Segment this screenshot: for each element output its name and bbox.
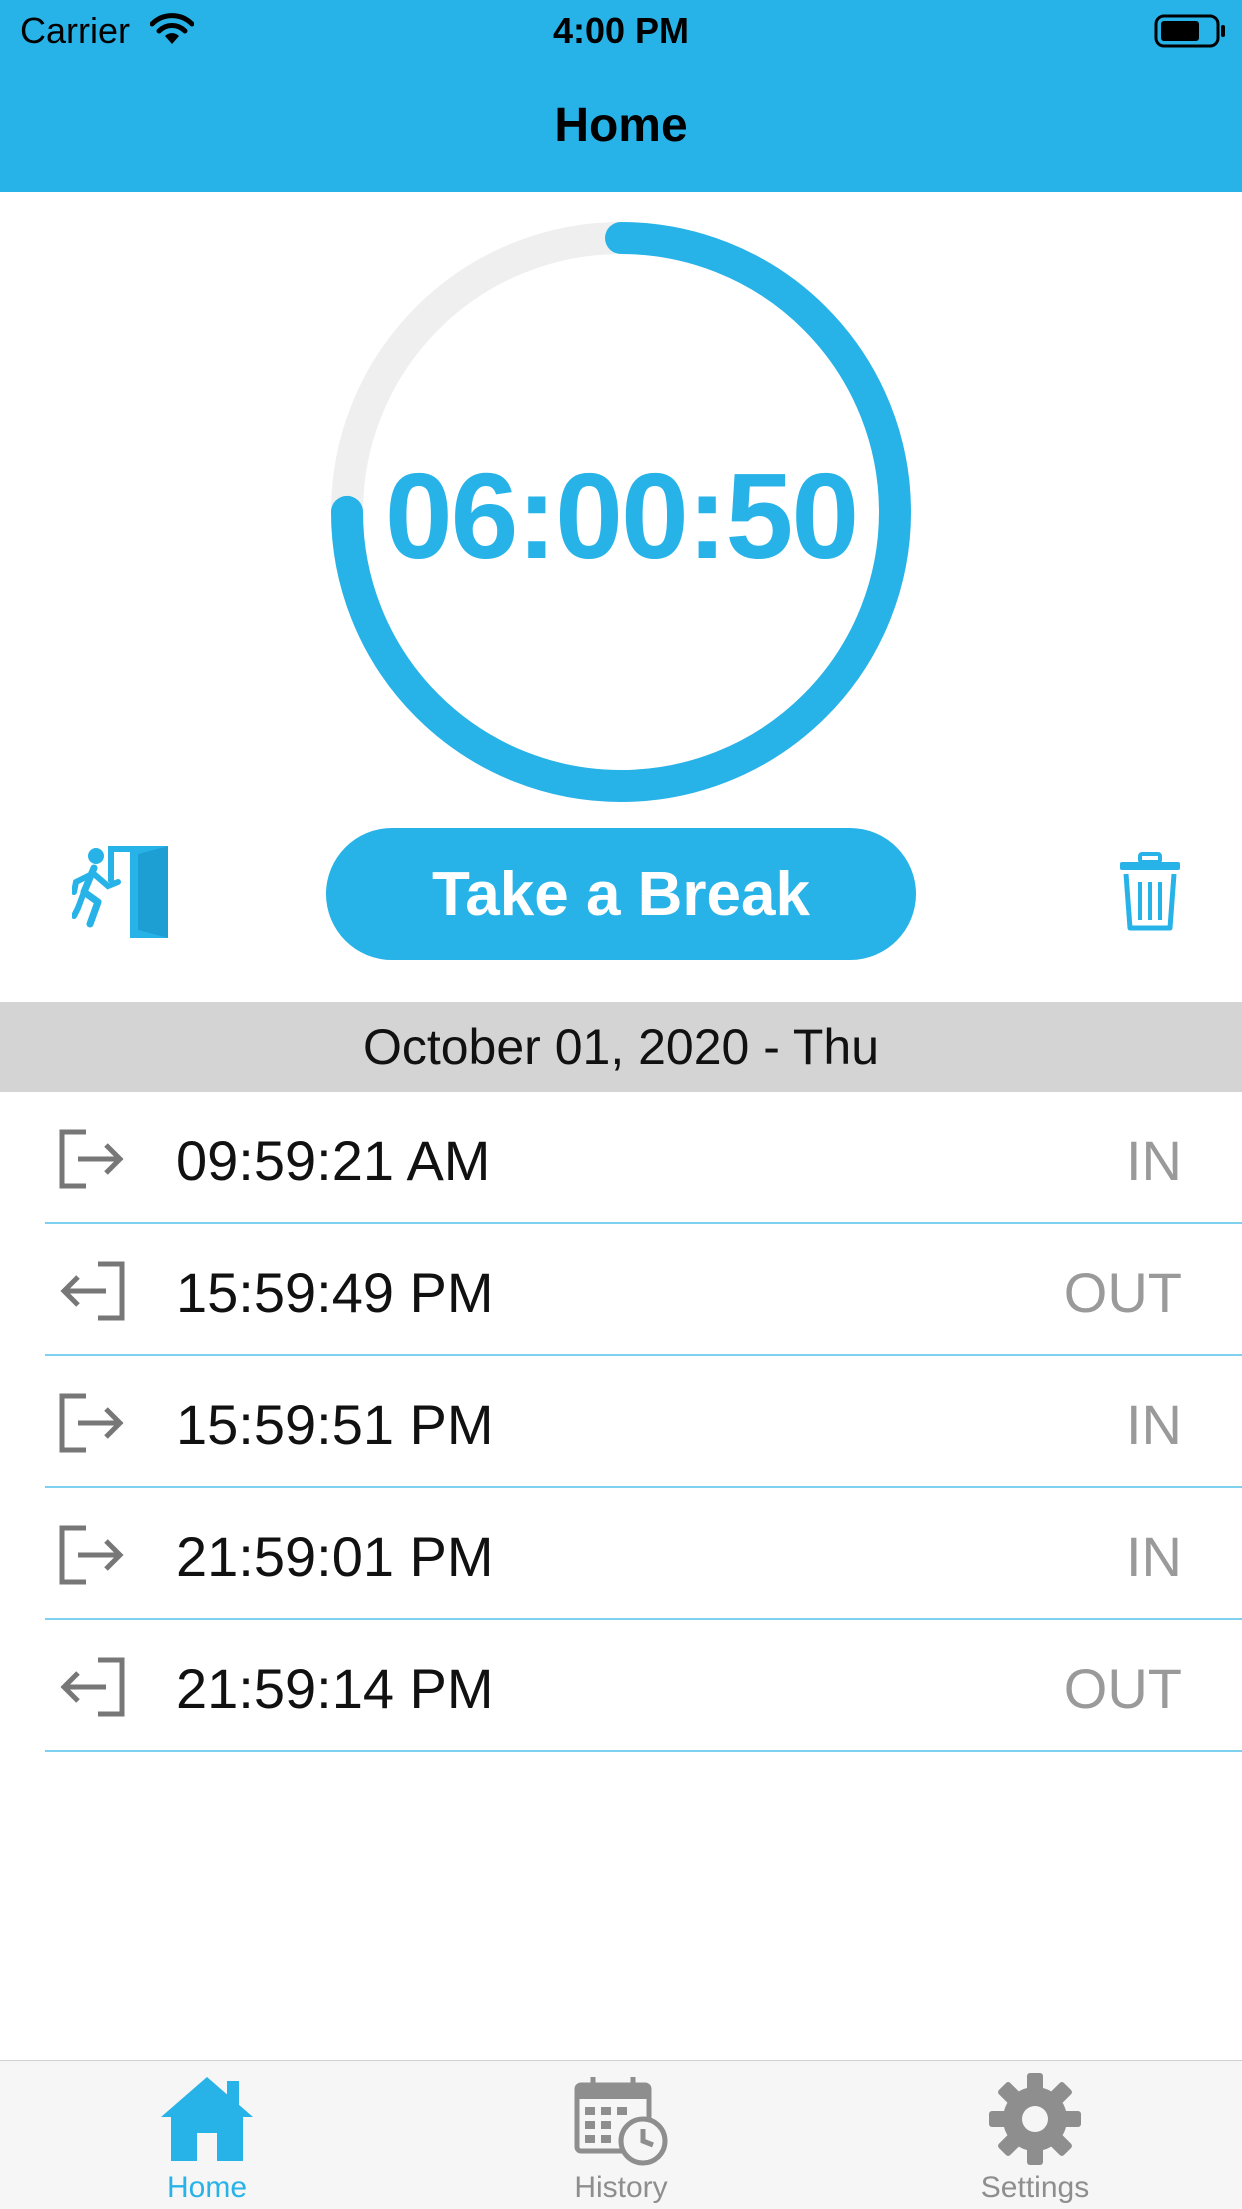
entry-time: 21:59:01 PM bbox=[176, 1525, 494, 1588]
entry-time: 21:59:14 PM bbox=[176, 1657, 494, 1720]
tab-home-label: Home bbox=[166, 2171, 248, 2204]
tab-settings-label: Settings bbox=[980, 2171, 1090, 2204]
entry-type: OUT bbox=[1063, 1657, 1182, 1720]
list-item[interactable]: 15:59:51 PM IN bbox=[0, 1356, 1242, 1488]
timer-display: 06:00:50 bbox=[384, 448, 859, 584]
entry-type: IN bbox=[1126, 1525, 1182, 1588]
timer-section: 06:00:50 bbox=[0, 192, 1242, 812]
row-divider bbox=[45, 1750, 1242, 1752]
tab-bar: Home History Settings bbox=[0, 2060, 1242, 2209]
sign-in-icon bbox=[58, 1392, 126, 1459]
emergency-exit-icon[interactable] bbox=[71, 842, 176, 947]
trash-icon[interactable] bbox=[1118, 852, 1182, 937]
sign-in-icon bbox=[58, 1128, 126, 1195]
tab-history-label: History bbox=[574, 2171, 668, 2204]
status-bar: Carrier 4:00 PM bbox=[0, 0, 1242, 62]
tab-home[interactable]: Home bbox=[0, 2061, 414, 2209]
navigation-bar: Home bbox=[0, 62, 1242, 192]
battery-icon bbox=[1154, 14, 1228, 53]
status-time: 4:00 PM bbox=[552, 10, 690, 51]
tab-settings[interactable]: Settings bbox=[828, 2061, 1242, 2209]
calendar-clock-icon bbox=[571, 2071, 671, 2172]
list-item[interactable]: 09:59:21 AM IN bbox=[0, 1092, 1242, 1224]
entry-time: 09:59:21 AM bbox=[176, 1129, 491, 1192]
page-title: Home bbox=[554, 99, 688, 152]
sign-in-icon bbox=[58, 1524, 126, 1591]
gear-icon bbox=[985, 2071, 1085, 2172]
entry-type: IN bbox=[1126, 1129, 1182, 1192]
tab-history[interactable]: History bbox=[414, 2061, 828, 2209]
list-item[interactable]: 15:59:49 PM OUT bbox=[0, 1224, 1242, 1356]
sign-out-icon bbox=[58, 1656, 126, 1723]
entry-time: 15:59:49 PM bbox=[176, 1261, 494, 1324]
entry-time: 15:59:51 PM bbox=[176, 1393, 494, 1456]
home-icon bbox=[157, 2071, 257, 2172]
sign-out-icon bbox=[58, 1260, 126, 1327]
take-a-break-button[interactable]: Take a Break bbox=[326, 828, 916, 960]
list-item[interactable]: 21:59:01 PM IN bbox=[0, 1488, 1242, 1620]
date-section-header: October 01, 2020 - Thu bbox=[0, 1002, 1242, 1092]
entries-list: 09:59:21 AM IN 15:59:49 PM OUT 15:59:51 … bbox=[0, 1092, 1242, 1752]
entry-type: OUT bbox=[1063, 1261, 1182, 1324]
list-item[interactable]: 21:59:14 PM OUT bbox=[0, 1620, 1242, 1752]
entry-type: IN bbox=[1126, 1393, 1182, 1456]
